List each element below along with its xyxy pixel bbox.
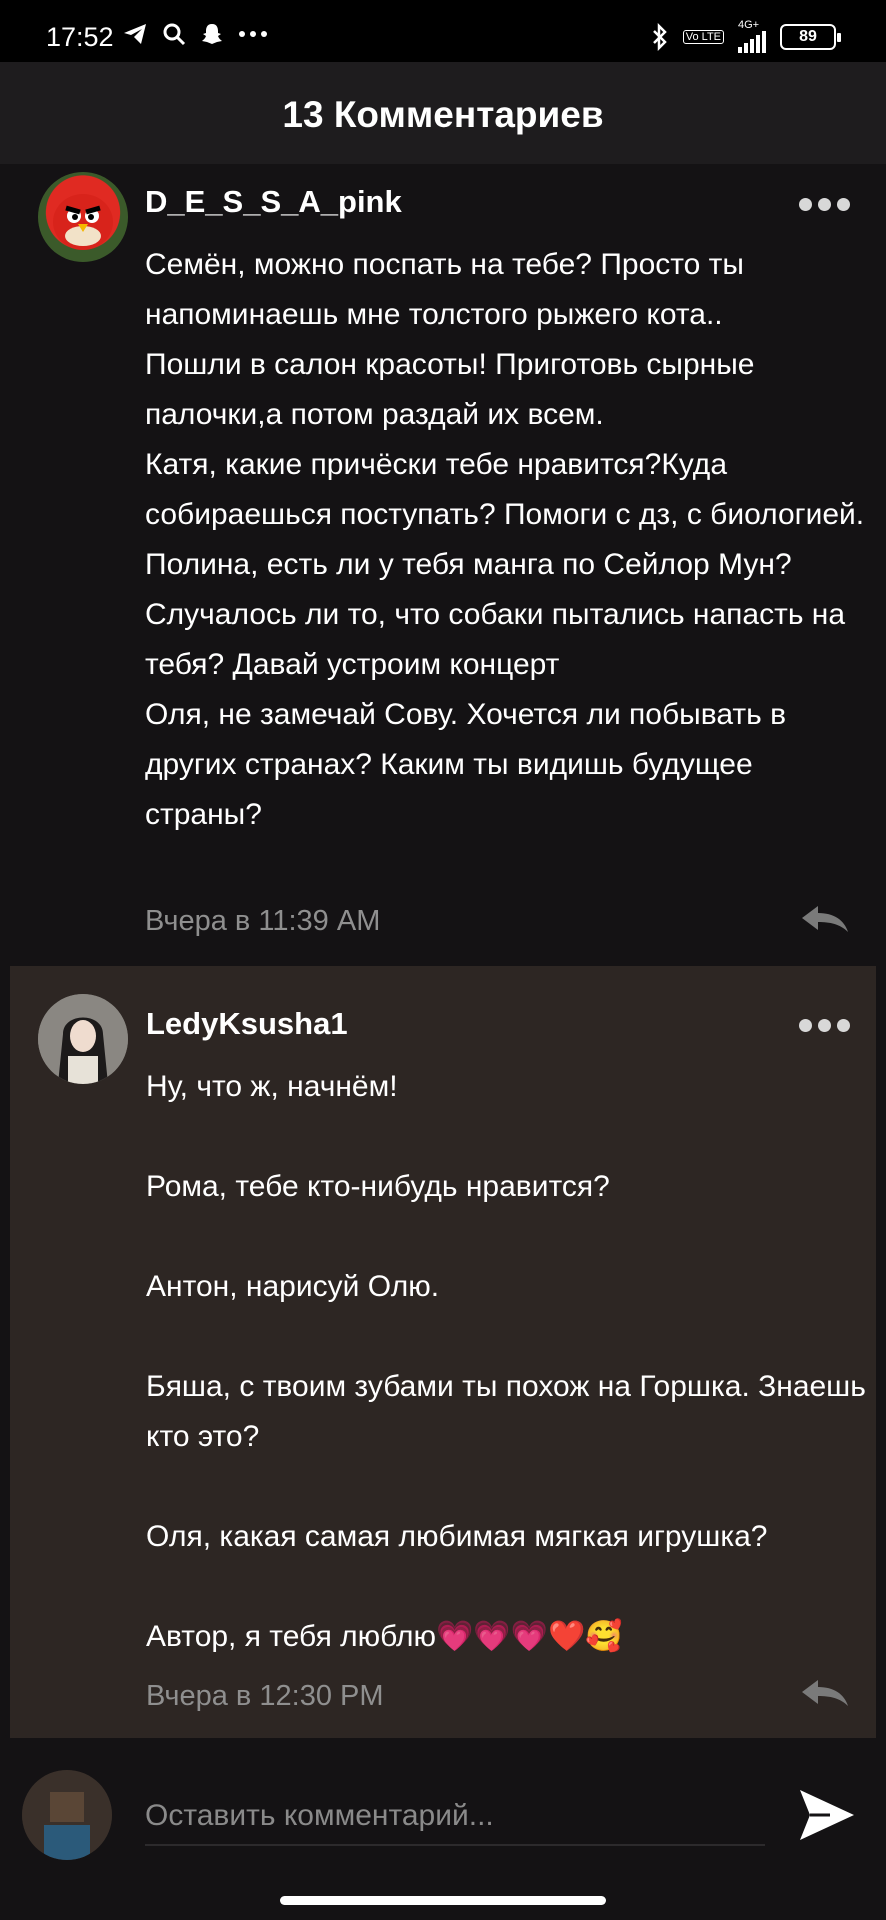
comment-composer: Оставить комментарий... xyxy=(0,1740,886,1920)
search-icon xyxy=(163,23,186,46)
more-options-icon[interactable] xyxy=(799,198,850,211)
bluetooth-icon xyxy=(652,22,667,51)
more-notifications-icon xyxy=(239,31,267,37)
telegram-icon xyxy=(124,24,146,44)
comments-header: 13 Комментариев xyxy=(0,62,886,164)
volte-badge: Vo LTE xyxy=(682,29,724,44)
user-avatar-icon xyxy=(22,1770,112,1860)
comment-item: LedyKsusha1 Ну, что ж, начнём! Рома, теб… xyxy=(10,966,876,1738)
send-icon[interactable] xyxy=(796,1784,858,1846)
comment-text: Семён, можно поспать на тебе? Просто ты … xyxy=(145,248,865,831)
battery-icon: 89 xyxy=(780,23,841,50)
reply-icon[interactable] xyxy=(800,904,850,934)
girl-avatar-icon xyxy=(38,994,128,1084)
comment-text: Ну, что ж, начнём! Рома, тебе кто-нибудь… xyxy=(146,1070,866,1653)
status-bar: 17:52 Vo LTE 4G+ 89 xyxy=(0,0,886,62)
comment-username[interactable]: LedyKsusha1 xyxy=(146,1006,348,1042)
status-time: 17:52 xyxy=(46,22,114,52)
battery-level: 89 xyxy=(799,27,817,45)
comment-input[interactable]: Оставить комментарий... xyxy=(145,1788,765,1846)
home-indicator[interactable] xyxy=(280,1896,606,1905)
angry-bird-avatar-icon xyxy=(53,194,113,250)
snapchat-icon xyxy=(202,24,222,44)
signal-icon xyxy=(738,31,766,53)
page-title: 13 Комментариев xyxy=(282,94,604,135)
network-type: 4G+ xyxy=(738,19,760,31)
more-options-icon[interactable] xyxy=(799,1019,850,1032)
comment-time: Вчера в 12:30 PM xyxy=(146,1680,384,1712)
comment-item: D_E_S_S_A_pink Семён, можно поспать на т… xyxy=(0,164,886,964)
comment-username[interactable]: D_E_S_S_A_pink xyxy=(145,184,402,220)
avatar[interactable] xyxy=(22,1770,112,1860)
reply-icon[interactable] xyxy=(800,1678,850,1708)
comment-time: Вчера в 11:39 AM xyxy=(145,905,381,937)
avatar[interactable] xyxy=(38,172,128,262)
avatar[interactable] xyxy=(38,994,128,1084)
